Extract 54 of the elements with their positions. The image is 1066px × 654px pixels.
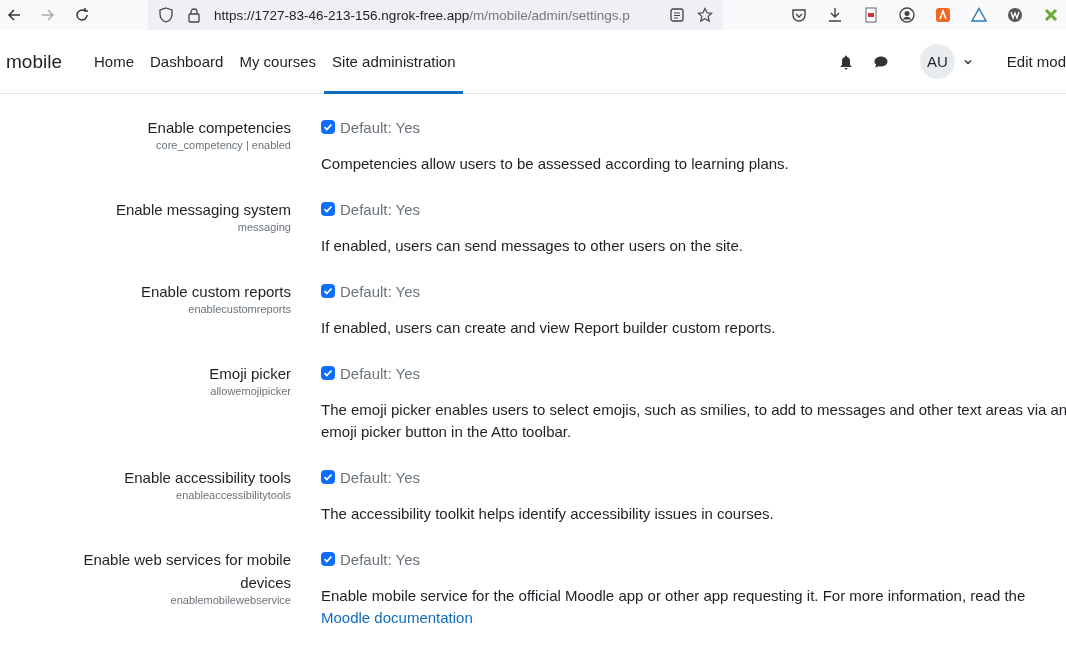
download-icon[interactable]	[827, 7, 843, 23]
setting-description: If enabled, users can send messages to other users on the site.	[321, 236, 744, 256]
default-value: Default: Yes	[340, 200, 421, 218]
setting-name: allowemojipicker	[210, 385, 291, 397]
address-bar[interactable]: https://1727-83-46-213-156.ngrok-free.app/m/mobile/admin/settings.p	[148, 0, 723, 30]
nav-link[interactable]: Home	[86, 29, 142, 94]
setting-description: Enable mobile service for the official Moodle app or other app requesting it. For more information, read the Moodle documentation	[321, 586, 1027, 628]
checkbox[interactable]	[321, 366, 335, 380]
default-value: Default: Yes	[340, 550, 421, 568]
triangle-icon[interactable]	[971, 7, 987, 23]
setting-label: Enable accessibility tools	[123, 468, 291, 488]
setting-label: Enable competencies	[146, 118, 291, 138]
setting-name: core_competency | enabled	[156, 139, 291, 151]
user-avatar[interactable]: AU	[919, 44, 955, 79]
default-value: Default: Yes	[340, 282, 421, 300]
site-name[interactable]: mobile	[6, 50, 62, 73]
setting-description: If enabled, users can create and view Report builder custom reports.	[321, 318, 777, 338]
default-value: Default: Yes	[340, 364, 421, 382]
setting-label: Enable messaging system	[114, 200, 291, 220]
lock-icon	[186, 7, 202, 23]
nav-link[interactable]: My courses	[231, 29, 325, 94]
star-icon[interactable]	[697, 7, 713, 23]
setting-label: Emoji picker	[208, 364, 291, 384]
nav-link[interactable]: Site administration	[324, 29, 464, 94]
nav-link[interactable]: Dashboard	[142, 29, 232, 94]
setting-label: Enable custom reports	[139, 282, 291, 302]
setting-description: Competencies allow users to be assessed according to learning plans.	[321, 154, 790, 174]
setting-label: Enable web services for mobile devices	[82, 550, 291, 593]
setting-description: The accessibility toolkit helps identify accessibility issues in courses.	[321, 504, 775, 524]
setting-name: enablemobilewebservice	[170, 594, 291, 606]
circle-w-icon[interactable]	[1007, 7, 1023, 23]
default-value: Default: Yes	[340, 468, 421, 486]
account-icon[interactable]	[899, 7, 915, 23]
setting-name: enablecustomreports	[188, 303, 291, 315]
edit-mode-label[interactable]: Edit mod	[1006, 53, 1066, 70]
checkbox[interactable]	[321, 470, 335, 484]
reader-view-icon[interactable]	[669, 7, 685, 23]
pocket-icon[interactable]	[791, 7, 807, 23]
checkbox[interactable]	[321, 120, 335, 134]
url-text: https://1727-83-46-213-156.ngrok-free.app/m/mobile/admin/settings.p	[214, 7, 631, 23]
back-icon[interactable]	[6, 7, 22, 23]
checkbox[interactable]	[321, 284, 335, 298]
reload-icon[interactable]	[74, 7, 90, 23]
shield-icon	[158, 7, 174, 23]
default-value: Default: Yes	[340, 118, 421, 136]
cross-icon[interactable]	[1043, 7, 1059, 23]
checkbox[interactable]	[321, 202, 335, 216]
setting-name: messaging	[237, 221, 291, 233]
documentation-link[interactable]: Moodle documentation	[321, 609, 473, 626]
checkbox[interactable]	[321, 552, 335, 566]
setting-name: enableaccessibilitytools	[176, 489, 291, 501]
setting-description: The emoji picker enables users to select emojis, such as smilies, to add to messages and other text areas via an emoji picker button in the Atto toolbar.	[321, 400, 1066, 442]
extension-icon[interactable]	[935, 7, 951, 23]
document-icon[interactable]	[863, 7, 879, 23]
